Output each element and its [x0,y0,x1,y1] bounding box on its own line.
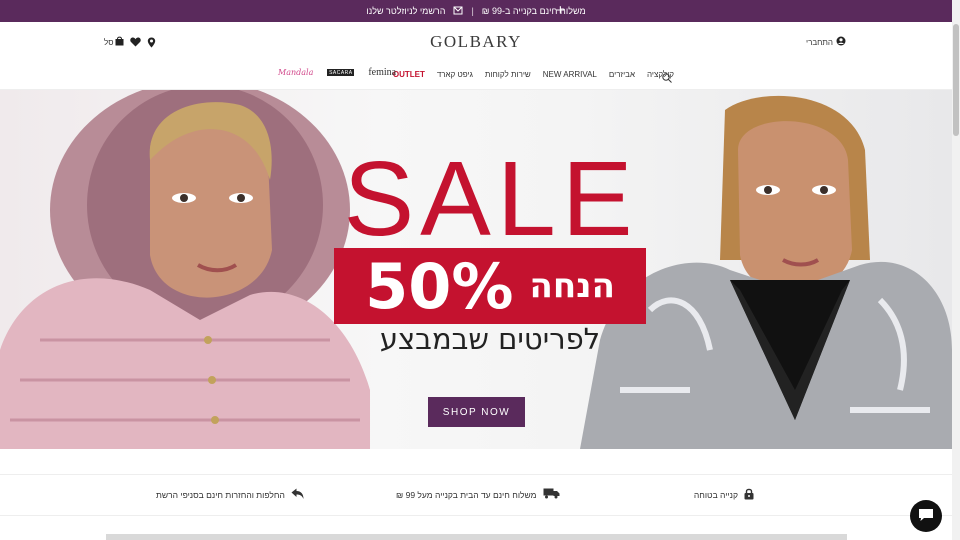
header-actions: סל [104,36,156,48]
login-button[interactable]: התחברי [806,36,846,48]
cart-label: סל [104,37,114,47]
sale-subtitle: לפריטים שבמבצע [379,322,601,356]
discount-word: הנחה [529,266,615,306]
femina-brand-logo[interactable]: femina [368,67,396,78]
announcement-bar: משלוח חינם בקנייה ב-99 ₪ | הרשמי לניוזלט… [0,0,952,22]
mandala-brand-logo[interactable]: Mandala [278,68,313,77]
nav-item-new-arrival[interactable]: NEW ARRIVAL [543,70,597,79]
search-icon[interactable] [662,70,672,88]
free-shipping-text: משלוח חינם בקנייה ב-99 ₪ [481,6,586,16]
brand-logos: Mandala SACARA femina [278,67,396,78]
feature-free-shipping: משלוח חינם עד הבית בקנייה מעל 99 ₪ [396,488,560,501]
location-pin-icon[interactable] [147,37,156,48]
scrollbar-thumb[interactable] [953,24,959,136]
discount-banner: הנחה 50% [334,248,646,324]
next-section-banner [106,534,847,540]
envelope-icon [453,6,463,17]
login-label: התחברי [806,37,833,47]
lock-icon [744,488,754,502]
hero-banner[interactable]: SALE הנחה 50% לפריטים שבמבצע SHOP NOW [0,90,952,449]
nav-menu: קולקציה אביזרים NEW ARRIVAL שירות לקוחות… [393,70,674,79]
sacara-brand-text: SACARA [329,69,353,76]
main-nav: קולקציה אביזרים NEW ARRIVAL שירות לקוחות… [0,62,952,90]
sale-headline: SALE [343,140,639,258]
return-arrow-icon [291,488,304,502]
feature-free-returns: החלפות והחזרות חינם בסניפי הרשת [156,488,304,502]
cart-button[interactable]: סל [104,36,124,48]
wishlist-heart-icon[interactable] [130,37,142,47]
chat-button[interactable] [910,500,942,532]
discount-percent: 50% [365,249,514,323]
newsletter-link[interactable]: הרשמי לניוזלטר שלנו [366,6,445,16]
feature-label: החלפות והחזרות חינם בסניפי הרשת [156,490,285,500]
truck-icon [543,488,560,501]
shopping-bag-icon [115,36,124,48]
chat-bubble-icon [918,508,934,525]
expand-announcement-button[interactable]: + [556,3,565,18]
feature-label: קנייה בטוחה [693,490,738,500]
nav-item-outlet[interactable]: OUTLET [393,70,425,79]
feature-label: משלוח חינם עד הבית בקנייה מעל 99 ₪ [396,489,537,500]
page-scrollbar[interactable] [952,0,960,540]
model-left-image [0,90,370,449]
feature-secure-purchase: קנייה בטוחה [694,488,754,502]
nav-item-gift-card[interactable]: גיפט קארד [437,70,473,79]
sacara-brand-logo[interactable]: SACARA [327,69,355,76]
site-header: GOLBARY סל התחברי [0,22,952,62]
features-strip: קנייה בטוחה משלוח חינם עד הבית בקנייה מע… [0,474,952,516]
shop-now-button[interactable]: SHOP NOW [428,397,525,427]
topbar-separator: | [471,6,474,16]
nav-item-customer-service[interactable]: שירות לקוחות [485,70,531,79]
nav-item-accessories[interactable]: אביזרים [609,70,635,79]
user-icon [836,36,846,48]
